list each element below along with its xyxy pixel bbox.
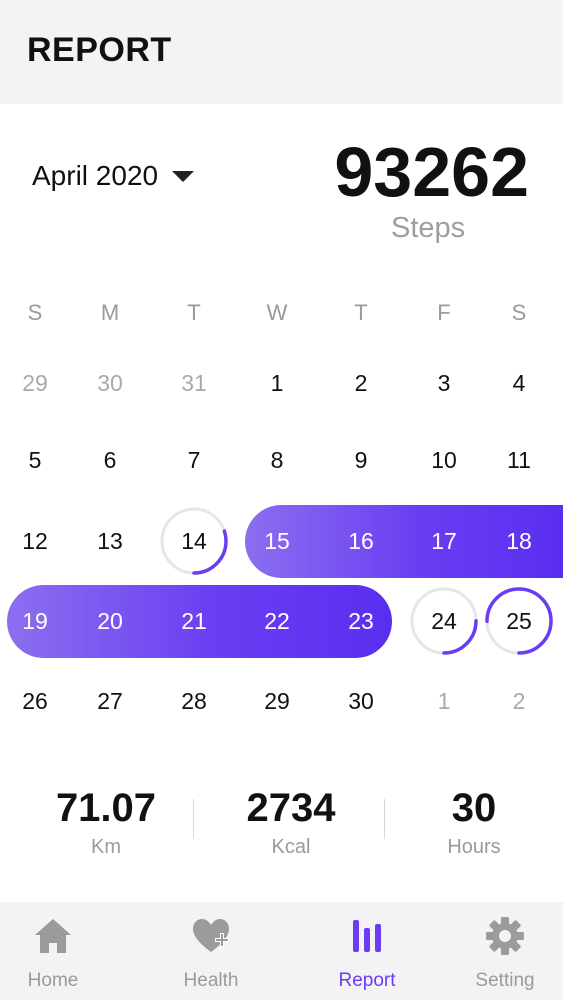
calendar-day[interactable]: 28 bbox=[164, 681, 224, 721]
bar-chart-icon bbox=[353, 920, 381, 952]
total-steps-value: 93262 bbox=[334, 133, 529, 211]
weekday-sat: S bbox=[511, 300, 527, 325]
month-label: April 2020 bbox=[32, 160, 159, 191]
weekday-wed: W bbox=[266, 300, 288, 325]
calendar-day-selected[interactable]: 21 bbox=[164, 601, 224, 641]
page-title: REPORT bbox=[27, 31, 172, 69]
distance-value: 71.07 bbox=[55, 786, 157, 830]
nav-label-health: Health bbox=[183, 970, 239, 991]
nav-item-home[interactable]: Home bbox=[0, 902, 118, 1000]
weekday-tue: T bbox=[187, 300, 201, 325]
calendar-day-outside-month[interactable]: 29 bbox=[5, 363, 65, 403]
app-bar: REPORT bbox=[0, 0, 563, 104]
calendar-day-selected[interactable]: 20 bbox=[80, 601, 140, 641]
calendar-day[interactable]: 24 bbox=[414, 601, 474, 641]
calories-value: 2734 bbox=[246, 786, 336, 830]
calendar-day[interactable]: 27 bbox=[80, 681, 140, 721]
weekday-mon: M bbox=[100, 300, 120, 325]
calendar-day-selected[interactable]: 18 bbox=[489, 521, 549, 561]
calendar-day-selected[interactable]: 17 bbox=[414, 521, 474, 561]
calendar-day[interactable]: 12 bbox=[5, 521, 65, 561]
calendar-day[interactable]: 9 bbox=[331, 440, 391, 480]
calendar-day[interactable]: 6 bbox=[80, 440, 140, 480]
home-icon bbox=[35, 919, 71, 953]
stat-divider bbox=[193, 799, 194, 839]
calendar-day[interactable]: 29 bbox=[247, 681, 307, 721]
calendar-day[interactable]: 1 bbox=[247, 363, 307, 403]
calendar-day[interactable]: 30 bbox=[331, 681, 391, 721]
calendar-day-outside-month[interactable]: 31 bbox=[164, 363, 224, 403]
calendar-day[interactable]: 26 bbox=[5, 681, 65, 721]
calendar-day[interactable]: 3 bbox=[414, 363, 474, 403]
calendar-day[interactable]: 8 bbox=[247, 440, 307, 480]
weekday-fri: F bbox=[437, 300, 451, 325]
bottom-nav: Home Health Report Setting bbox=[0, 902, 563, 1000]
calendar-day[interactable]: 2 bbox=[331, 363, 391, 403]
calendar-day[interactable]: 13 bbox=[80, 521, 140, 561]
calendar-day-selected[interactable]: 16 bbox=[331, 521, 391, 561]
caret-down-icon bbox=[172, 170, 195, 182]
stat-divider bbox=[384, 799, 385, 839]
total-steps-unit: Steps bbox=[391, 212, 466, 244]
nav-label-home: Home bbox=[27, 970, 79, 991]
calendar-day-selected[interactable]: 22 bbox=[247, 601, 307, 641]
month-dropdown[interactable]: April 2020 bbox=[32, 158, 195, 194]
calendar-day-outside-month[interactable]: 2 bbox=[489, 681, 549, 721]
nav-item-setting[interactable]: Setting bbox=[440, 902, 563, 1000]
nav-label-report: Report bbox=[338, 970, 396, 991]
calendar-day-selected[interactable]: 19 bbox=[5, 601, 65, 641]
calendar-day[interactable]: 10 bbox=[414, 440, 474, 480]
heart-plus-icon bbox=[193, 919, 229, 952]
calendar-day[interactable]: 4 bbox=[489, 363, 549, 403]
distance-unit: Km bbox=[91, 836, 121, 858]
calendar-day-selected[interactable]: 23 bbox=[331, 601, 391, 641]
calendar-day-outside-month[interactable]: 1 bbox=[414, 681, 474, 721]
weekday-sun: S bbox=[27, 300, 43, 325]
weekday-thu: T bbox=[354, 300, 368, 325]
hours-unit: Hours bbox=[447, 836, 501, 858]
hours-value: 30 bbox=[451, 786, 497, 830]
nav-item-health[interactable]: Health bbox=[146, 902, 276, 1000]
calories-unit: Kcal bbox=[271, 836, 311, 858]
calendar-day[interactable]: 14 bbox=[164, 521, 224, 561]
calendar-day[interactable]: 25 bbox=[489, 601, 549, 641]
gear-icon bbox=[486, 917, 524, 955]
calendar-day[interactable]: 5 bbox=[5, 440, 65, 480]
nav-item-report[interactable]: Report bbox=[302, 902, 432, 1000]
calendar-day[interactable]: 11 bbox=[489, 440, 549, 480]
calendar-day-selected[interactable]: 15 bbox=[247, 521, 307, 561]
calendar-day-outside-month[interactable]: 30 bbox=[80, 363, 140, 403]
nav-label-setting: Setting bbox=[475, 970, 535, 991]
calendar-day[interactable]: 7 bbox=[164, 440, 224, 480]
